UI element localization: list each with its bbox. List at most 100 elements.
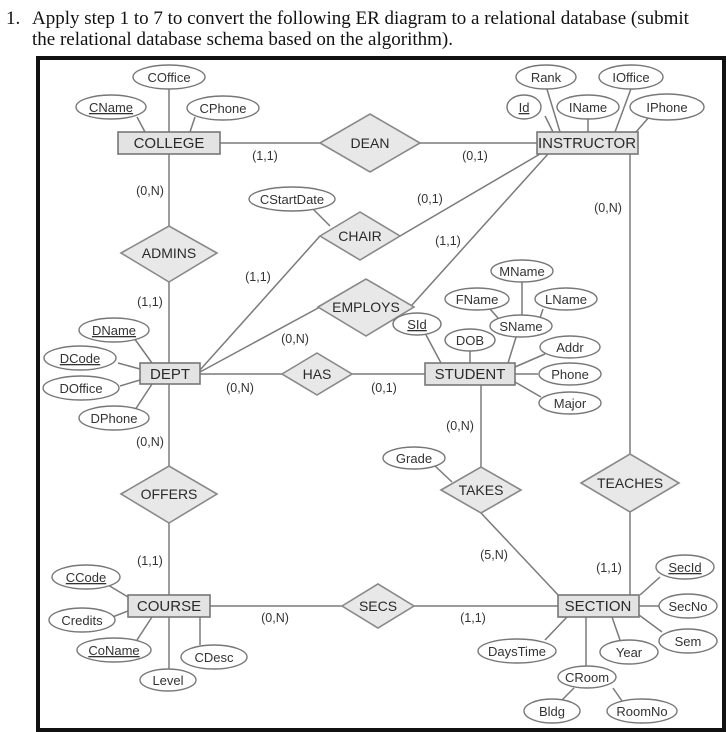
link-sname-fname: [489, 308, 499, 319]
attribute-daystime-label: DaysTime: [488, 644, 546, 659]
attribute-bldg[interactable]: Bldg: [523, 698, 581, 724]
attribute-secid-label: SecId: [668, 560, 701, 575]
attribute-ioffice[interactable]: IOffice: [598, 64, 664, 90]
attribute-level-label: Level: [152, 673, 183, 688]
entity-section-label: SECTION: [565, 598, 632, 615]
relationship-dean[interactable]: DEAN: [318, 113, 422, 173]
attribute-roomno[interactable]: RoomNo: [606, 698, 678, 724]
attribute-croom[interactable]: CRoom: [557, 665, 617, 689]
card-dept-chair: (1,1): [245, 270, 271, 284]
link-student-addr: [514, 353, 546, 368]
attribute-doffice[interactable]: DOffice: [42, 375, 120, 401]
attribute-mname[interactable]: MName: [490, 259, 554, 283]
link-croom-roomno: [612, 687, 623, 702]
attribute-grade-label: Grade: [396, 451, 432, 466]
attribute-grade[interactable]: Grade: [382, 446, 446, 470]
attribute-addr-label: Addr: [556, 340, 584, 355]
card-college-admins: (0,N): [136, 184, 164, 198]
attribute-cstartdate[interactable]: CStartDate: [248, 186, 336, 212]
attribute-coname[interactable]: CoName: [76, 637, 152, 663]
attribute-credits-label: Credits: [61, 613, 103, 628]
attribute-secno-label: SecNo: [668, 599, 707, 614]
link-croom-bldg: [560, 687, 575, 702]
relationship-admins-label: ADMINS: [142, 245, 196, 261]
relationship-takes[interactable]: TAKES: [439, 466, 523, 514]
cardinality-labels: (1,1) (0,1) (0,N) (1,1) (0,1) (1,1) (1,1…: [136, 149, 622, 625]
attribute-coffice[interactable]: COffice: [132, 64, 206, 90]
attribute-dcode[interactable]: DCode: [43, 345, 117, 371]
attribute-cname-label: CName: [89, 100, 133, 115]
attribute-cstartdate-label: CStartDate: [260, 192, 324, 207]
attribute-major[interactable]: Major: [538, 391, 602, 415]
entity-student-label: STUDENT: [435, 366, 506, 383]
link-college-cname: [136, 116, 146, 133]
attribute-credits[interactable]: Credits: [48, 607, 116, 633]
attribute-iname[interactable]: IName: [556, 94, 620, 120]
entity-instructor[interactable]: INSTRUCTOR: [536, 131, 639, 155]
attribute-dob[interactable]: DOB: [444, 328, 496, 352]
link-sname-lname: [539, 308, 544, 319]
attribute-ccode[interactable]: CCode: [51, 564, 121, 590]
attribute-phone[interactable]: Phone: [538, 362, 602, 386]
attribute-year[interactable]: Year: [599, 639, 659, 665]
relationship-offers[interactable]: OFFERS: [119, 465, 219, 524]
attribute-iphone-label: IPhone: [646, 100, 687, 115]
relationship-teaches[interactable]: TEACHES: [579, 453, 681, 513]
attribute-sid[interactable]: SId: [392, 312, 442, 336]
attribute-fname[interactable]: FName: [444, 287, 510, 311]
entity-dept[interactable]: DEPT: [139, 362, 201, 385]
relationship-secs-label: SECS: [359, 598, 397, 614]
attribute-sem[interactable]: Sem: [658, 628, 718, 654]
card-instructor-teaches: (0,N): [594, 201, 622, 215]
attribute-id[interactable]: Id: [506, 94, 542, 120]
attribute-sid-label: SId: [407, 317, 427, 332]
attribute-rank[interactable]: Rank: [515, 64, 577, 90]
link-dept-dname: [133, 337, 153, 364]
attribute-sname[interactable]: SName: [489, 314, 553, 338]
relationship-has[interactable]: HAS: [280, 352, 354, 396]
relationship-employs-label: EMPLOYS: [332, 299, 400, 315]
link-dept-dphone: [134, 383, 153, 411]
relationship-secs[interactable]: SECS: [340, 583, 416, 629]
attribute-daystime[interactable]: DaysTime: [477, 638, 557, 664]
entity-section[interactable]: SECTION: [557, 594, 640, 618]
attribute-level[interactable]: Level: [139, 668, 197, 692]
attribute-lname[interactable]: LName: [534, 287, 598, 311]
attribute-dname[interactable]: DName: [78, 317, 150, 343]
attribute-cdesc-label: CDesc: [194, 650, 234, 665]
entity-student[interactable]: STUDENT: [424, 362, 516, 386]
attribute-dphone-label: DPhone: [91, 411, 138, 426]
attribute-cname[interactable]: CName: [75, 94, 147, 120]
entity-college[interactable]: COLLEGE: [117, 131, 221, 155]
attribute-secid[interactable]: SecId: [655, 554, 715, 580]
attribute-cdesc[interactable]: CDesc: [180, 644, 248, 670]
link-course-coname: [136, 616, 153, 641]
attribute-secno[interactable]: SecNo: [658, 593, 718, 619]
relationship-chair[interactable]: CHAIR: [318, 211, 402, 261]
card-student-has: (0,1): [371, 381, 397, 395]
attribute-cphone[interactable]: CPhone: [186, 95, 260, 121]
card-instructor-employs: (1,1): [435, 234, 461, 248]
relationship-teaches-label: TEACHES: [597, 475, 663, 491]
attribute-dob-label: DOB: [456, 333, 484, 348]
attribute-addr[interactable]: Addr: [539, 335, 601, 359]
entity-instructor-label: INSTRUCTOR: [538, 135, 636, 152]
relationship-admins[interactable]: ADMINS: [119, 225, 219, 283]
attribute-doffice-label: DOffice: [59, 381, 102, 396]
link-student-sname: [507, 333, 518, 364]
link-chair-cstartdate: [311, 207, 331, 227]
attribute-dcode-label: DCode: [60, 351, 100, 366]
attribute-iphone[interactable]: IPhone: [629, 93, 705, 121]
attribute-dphone[interactable]: DPhone: [78, 405, 150, 431]
attribute-fname-label: FName: [456, 292, 499, 307]
attribute-year-label: Year: [616, 645, 643, 660]
entity-course[interactable]: COURSE: [127, 594, 211, 618]
attribute-coffice-label: COffice: [147, 70, 190, 85]
relationship-has-label: HAS: [303, 366, 332, 382]
link-dept-doffice: [119, 379, 141, 387]
card-dept-offers: (0,N): [136, 435, 164, 449]
card-instructor-dean: (0,1): [462, 149, 488, 163]
link-section-secid: [639, 576, 661, 596]
attribute-ioffice-label: IOffice: [612, 70, 649, 85]
card-instructor-chair: (0,1): [417, 192, 443, 206]
